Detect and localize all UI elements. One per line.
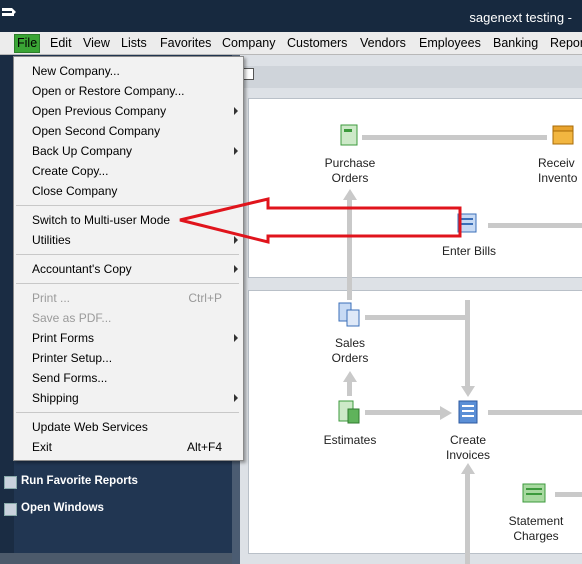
annotation-arrow-shape: [179, 197, 462, 244]
annotation-arrow-icon: [179, 197, 462, 244]
